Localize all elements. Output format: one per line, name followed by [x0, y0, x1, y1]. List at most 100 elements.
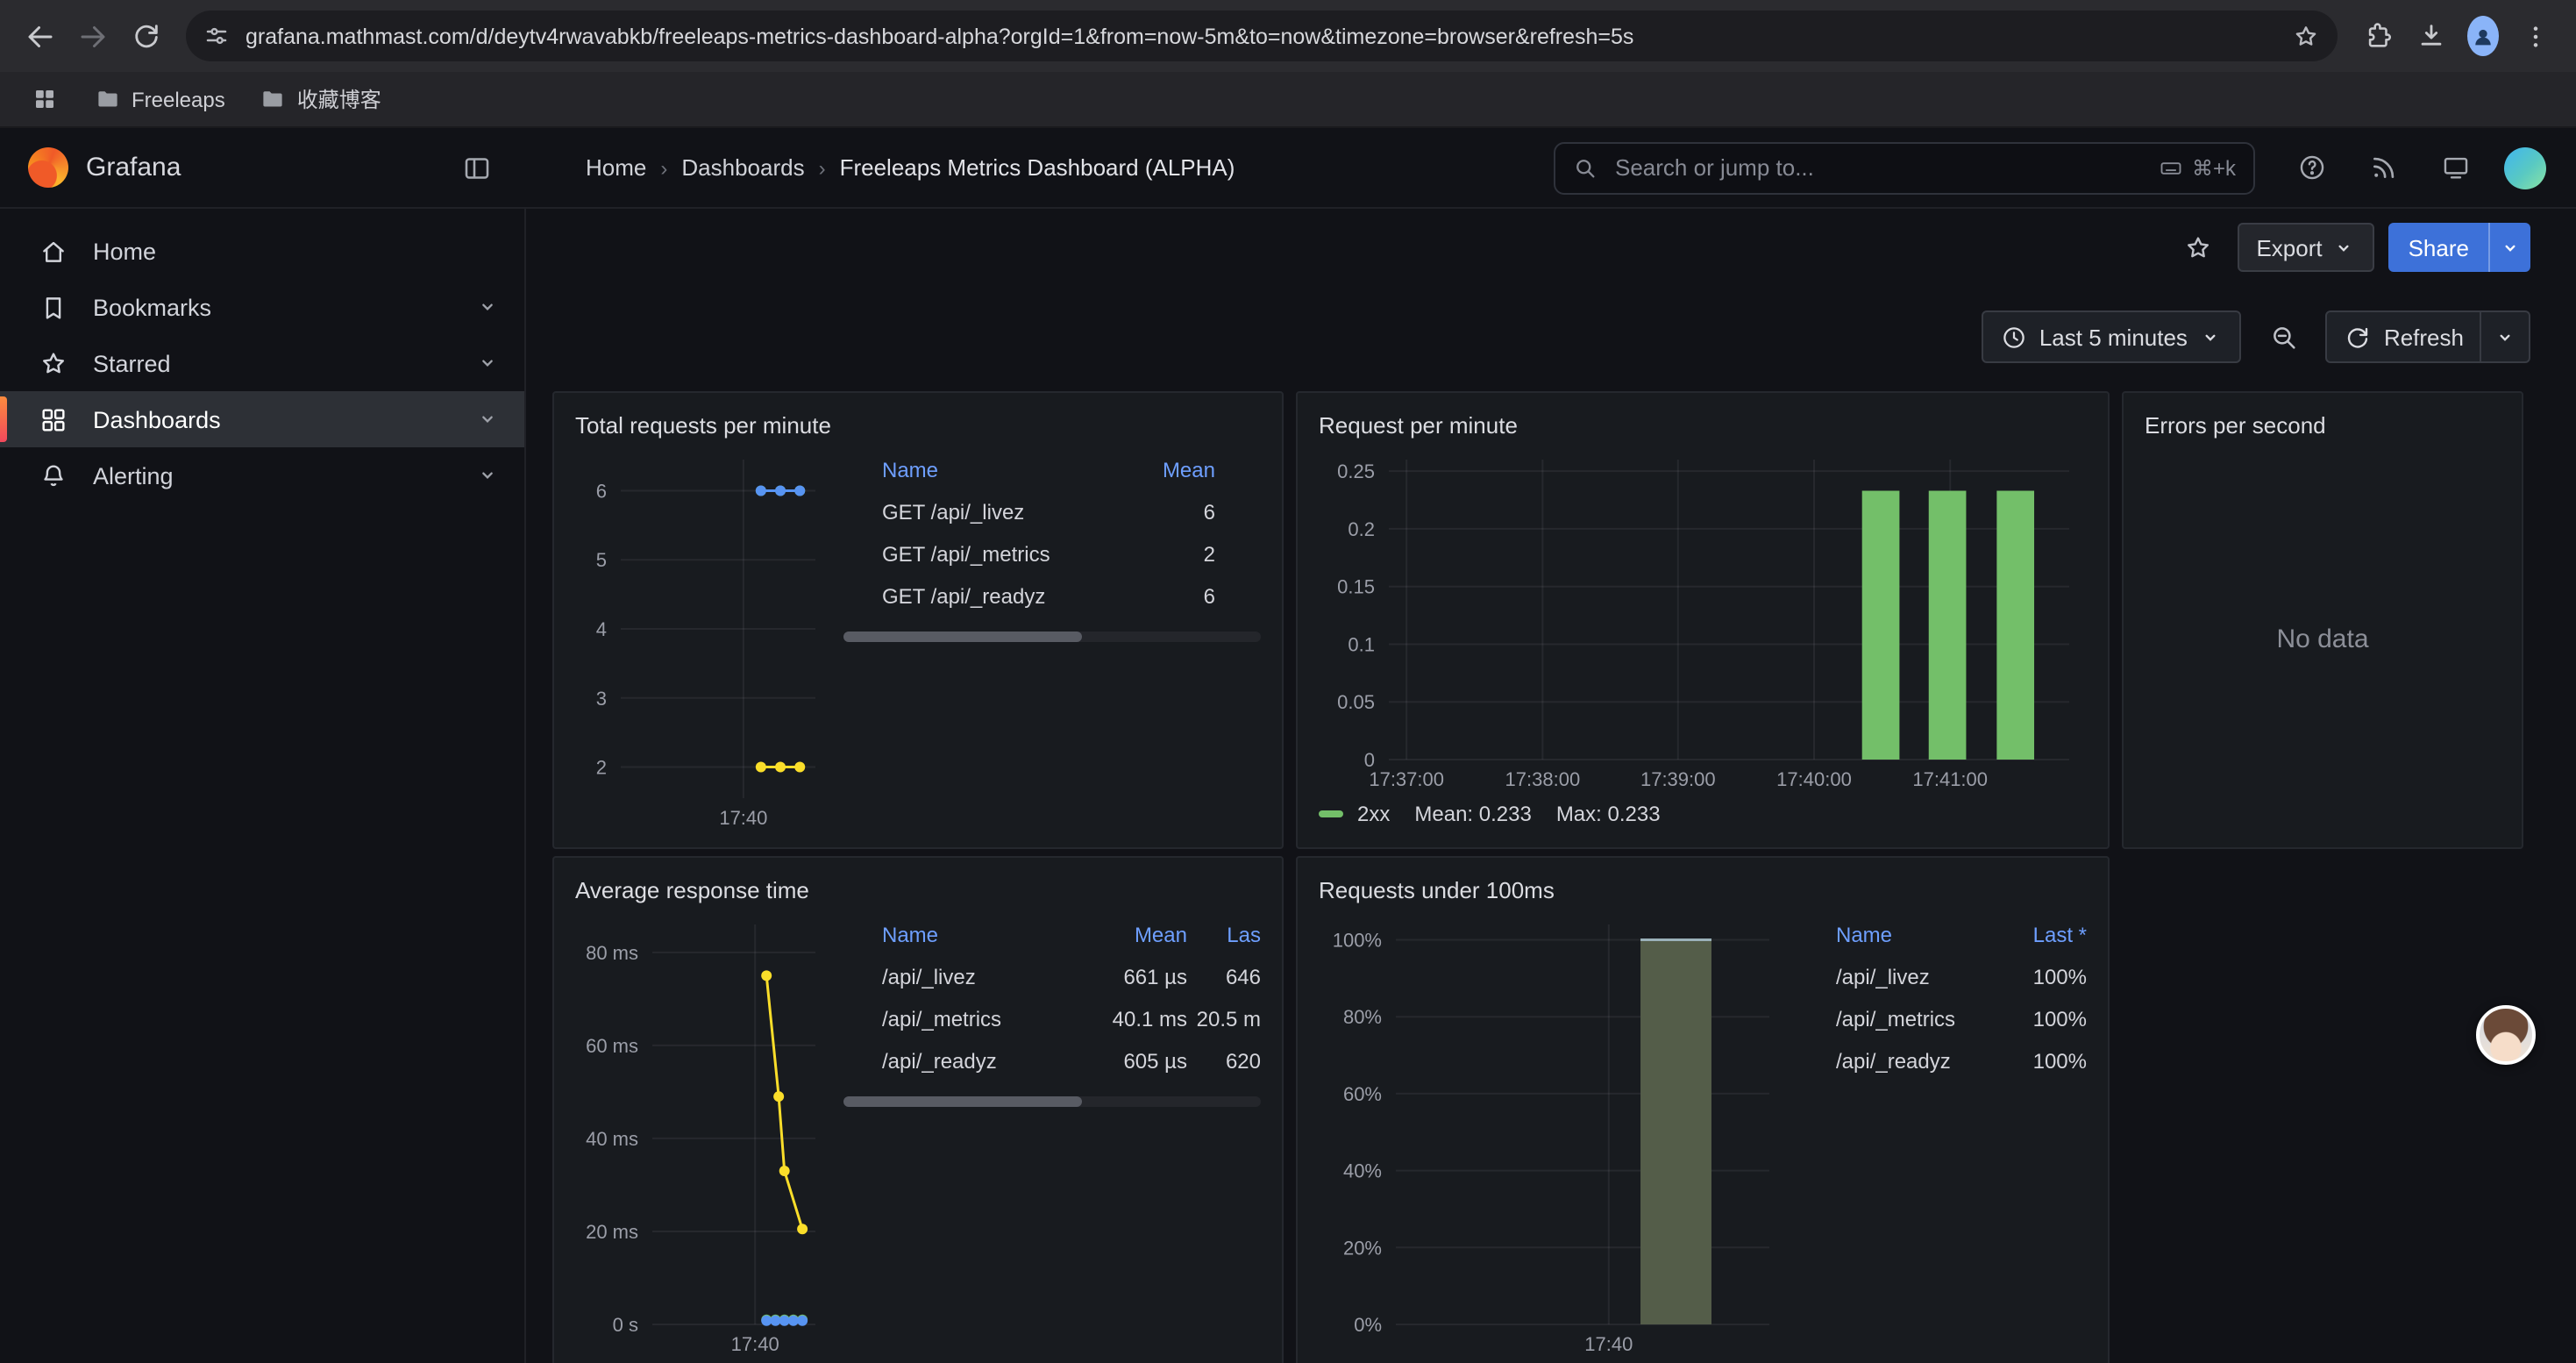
legend-header-mean[interactable]: Mean — [1082, 923, 1187, 947]
legend-row[interactable]: /api/_livez 100% — [1797, 956, 2087, 998]
site-settings-icon[interactable] — [203, 23, 230, 49]
legend-table: Name Mean GET /api/_livez 6 GET /api/_me… — [843, 446, 1261, 833]
download-icon[interactable] — [2404, 10, 2457, 62]
browser-profile-avatar[interactable] — [2457, 10, 2509, 62]
svg-text:40%: 40% — [1343, 1160, 1382, 1182]
help-icon[interactable] — [2287, 143, 2336, 192]
svg-text:0.25: 0.25 — [1337, 460, 1375, 482]
refresh-interval-chevron[interactable] — [2480, 312, 2529, 361]
sidebar-item-label: Alerting — [93, 462, 174, 489]
panel-title[interactable]: Errors per second — [2145, 403, 2501, 446]
dashboard-main: Export Share Last 5 minutes — [526, 209, 2576, 1363]
svg-text:80%: 80% — [1343, 1006, 1382, 1028]
svg-text:0 s: 0 s — [613, 1314, 638, 1336]
favorite-star-icon[interactable] — [2174, 223, 2223, 272]
panel-errors-per-second: Errors per second No data — [2122, 391, 2523, 849]
legend-row[interactable]: /api/_livez 661 µs 646 — [843, 956, 1261, 998]
svg-text:5: 5 — [596, 549, 607, 571]
sidebar-item-alerting[interactable]: Alerting — [0, 447, 524, 503]
search-shortcut: ⌘+k — [2159, 155, 2236, 180]
panel-title[interactable]: Total requests per minute — [575, 403, 1261, 446]
bookmark-star-icon[interactable] — [2292, 22, 2320, 50]
browser-toolbar: grafana.mathmast.com/d/deytv4rwavabkb/fr… — [0, 0, 2576, 72]
legend-row[interactable]: /api/_metrics 40.1 ms 20.5 m — [843, 998, 1261, 1040]
legend-row[interactable]: GET /api/_metrics 2 — [843, 533, 1261, 575]
sidebar-item-home[interactable]: Home — [0, 223, 524, 279]
legend-row[interactable]: GET /api/_livez 6 — [843, 491, 1261, 533]
reload-icon[interactable] — [119, 10, 172, 62]
panel-title[interactable]: Request per minute — [1319, 403, 2087, 446]
legend-header-last[interactable]: Las — [1187, 923, 1261, 947]
panel-requests-per-minute: Request per minute 17:37:0017:38:0017:39… — [1296, 391, 2110, 849]
svg-text:17:41:00: 17:41:00 — [1912, 768, 1988, 790]
svg-text:2: 2 — [596, 757, 607, 779]
breadcrumb-current: Freeleaps Metrics Dashboard (ALPHA) — [840, 154, 1235, 181]
svg-text:0.15: 0.15 — [1337, 576, 1375, 598]
export-button[interactable]: Export — [2237, 223, 2374, 272]
search-box[interactable]: ⌘+k — [1554, 141, 2255, 194]
sidebar-item-dashboards[interactable]: Dashboards — [0, 391, 524, 447]
breadcrumb-home[interactable]: Home — [586, 154, 646, 181]
legend-table: Name Mean Las /api/_livez 661 µs 646 — [843, 910, 1261, 1359]
star-icon — [39, 348, 68, 378]
user-profile-avatar[interactable] — [2502, 143, 2548, 192]
chevron-down-icon[interactable] — [475, 295, 500, 319]
legend-row[interactable]: /api/_metrics 100% — [1797, 998, 2087, 1040]
news-rss-icon[interactable] — [2359, 143, 2408, 192]
breadcrumb-dashboards[interactable]: Dashboards — [681, 154, 804, 181]
chevron-down-icon[interactable] — [475, 463, 500, 488]
back-icon[interactable] — [14, 10, 67, 62]
legend-row[interactable]: /api/_readyz 100% — [1797, 1040, 2087, 1082]
legend-scrollbar[interactable] — [843, 1096, 1261, 1107]
bookmark-folder-freeleaps[interactable]: Freeleaps — [81, 81, 239, 118]
legend-header-name[interactable]: Name — [1836, 923, 1999, 947]
no-data-message: No data — [2145, 446, 2501, 833]
legend-row[interactable]: GET /api/_readyz 6 — [843, 575, 1261, 617]
address-bar[interactable]: grafana.mathmast.com/d/deytv4rwavabkb/fr… — [186, 11, 2338, 61]
assistant-extension-avatar[interactable] — [2476, 1005, 2536, 1065]
panel-title[interactable]: Requests under 100ms — [1319, 868, 2087, 910]
zoom-out-icon[interactable] — [2259, 312, 2309, 361]
svg-text:6: 6 — [596, 480, 607, 502]
time-range-picker[interactable]: Last 5 minutes — [1982, 310, 2242, 363]
bookmarks-bar: Freeleaps 收藏博客 — [0, 72, 2576, 128]
refresh-button[interactable]: Refresh — [2326, 310, 2530, 363]
bookmark-folder-blogs[interactable]: 收藏博客 — [246, 79, 395, 119]
apps-grid-icon[interactable] — [21, 76, 67, 122]
legend-header-name[interactable]: Name — [882, 458, 1135, 482]
legend-header-last[interactable]: Last * — [1999, 923, 2087, 947]
legend-item-2xx[interactable]: 2xx — [1319, 802, 1390, 826]
svg-text:17:38:00: 17:38:00 — [1505, 768, 1581, 790]
share-button[interactable]: Share — [2389, 223, 2530, 272]
svg-text:0%: 0% — [1354, 1314, 1382, 1336]
tv-mode-icon[interactable] — [2430, 143, 2480, 192]
chart-legend: 2xx Mean: 0.233 Max: 0.233 — [1319, 795, 2087, 833]
sidebar-item-starred[interactable]: Starred — [0, 335, 524, 391]
svg-text:0.05: 0.05 — [1337, 691, 1375, 713]
legend-header-mean[interactable]: Mean — [1135, 458, 1215, 482]
breadcrumb-separator: › — [819, 155, 826, 180]
legend-max-value: Max: 0.233 — [1556, 802, 1661, 826]
chevron-down-icon[interactable] — [475, 407, 500, 432]
panel-title[interactable]: Average response time — [575, 868, 1261, 910]
grafana-logo[interactable] — [28, 147, 68, 188]
svg-text:17:39:00: 17:39:00 — [1640, 768, 1716, 790]
svg-text:100%: 100% — [1333, 930, 1382, 952]
share-menu-chevron[interactable] — [2488, 223, 2530, 272]
leg​end-header-name[interactable]: Name — [882, 923, 1082, 947]
browser-menu-kebab-icon[interactable] — [2509, 10, 2562, 62]
extensions-icon[interactable] — [2352, 10, 2404, 62]
forward-icon[interactable] — [67, 10, 119, 62]
mega-menu-dock-icon[interactable] — [452, 143, 502, 192]
sidebar-item-bookmarks[interactable]: Bookmarks — [0, 279, 524, 335]
sidebar-item-label: Bookmarks — [93, 294, 211, 320]
chevron-down-icon[interactable] — [475, 351, 500, 375]
legend-scrollbar[interactable] — [843, 632, 1261, 642]
series-color-dash — [1319, 810, 1343, 817]
svg-text:0.2: 0.2 — [1348, 518, 1375, 540]
svg-text:0: 0 — [1364, 749, 1375, 771]
legend-mean-value: Mean: 0.233 — [1414, 802, 1531, 826]
search-input[interactable] — [1612, 153, 2145, 182]
bookmark-label: Freeleaps — [132, 87, 225, 111]
legend-row[interactable]: /api/_readyz 605 µs 620 — [843, 1040, 1261, 1082]
